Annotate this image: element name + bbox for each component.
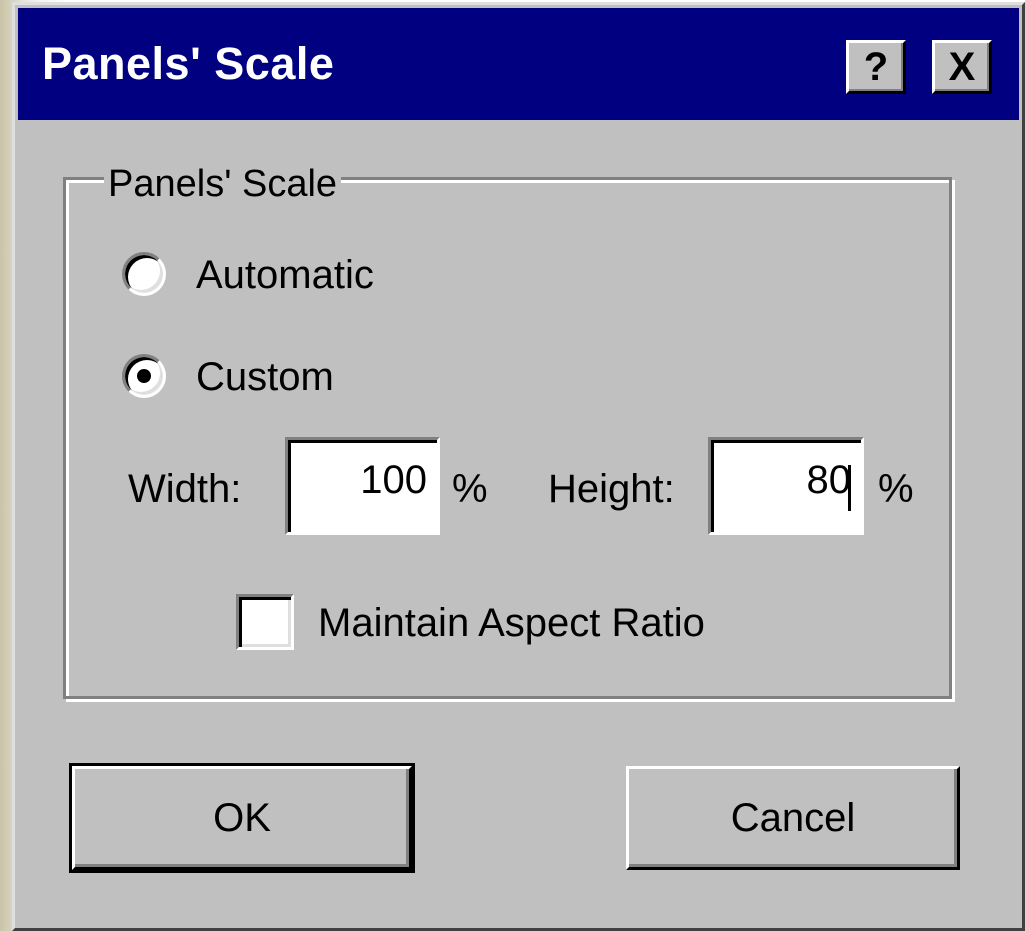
help-icon: ? <box>863 44 889 89</box>
custom-radio[interactable] <box>122 354 166 398</box>
width-field[interactable]: 100 <box>285 437 440 535</box>
automatic-radio[interactable] <box>122 252 166 296</box>
maintain-aspect-ratio-checkbox[interactable] <box>236 594 294 650</box>
groupbox-label: Panels' Scale <box>104 162 342 206</box>
window-title: Panels' Scale <box>42 38 335 89</box>
automatic-label[interactable]: Automatic <box>196 252 374 298</box>
custom-label[interactable]: Custom <box>196 354 334 400</box>
title-bar[interactable]: Panels' Scale ? X <box>18 8 1019 120</box>
height-field[interactable]: 80 <box>708 437 864 535</box>
text-caret <box>848 465 851 511</box>
close-button[interactable]: X <box>932 40 992 94</box>
help-button[interactable]: ? <box>846 40 906 94</box>
cancel-button[interactable]: Cancel <box>626 766 960 870</box>
maintain-aspect-ratio-label[interactable]: Maintain Aspect Ratio <box>318 600 705 646</box>
ok-button-label: OK <box>213 795 271 840</box>
radio-selected-dot <box>137 369 151 383</box>
close-icon: X <box>948 44 976 89</box>
width-percent-unit: % <box>452 467 488 511</box>
height-percent-unit: % <box>878 467 914 511</box>
height-label: Height: <box>548 467 675 511</box>
width-label: Width: <box>128 467 242 511</box>
cancel-button-label: Cancel <box>730 795 856 840</box>
ok-button[interactable]: OK <box>69 763 415 873</box>
